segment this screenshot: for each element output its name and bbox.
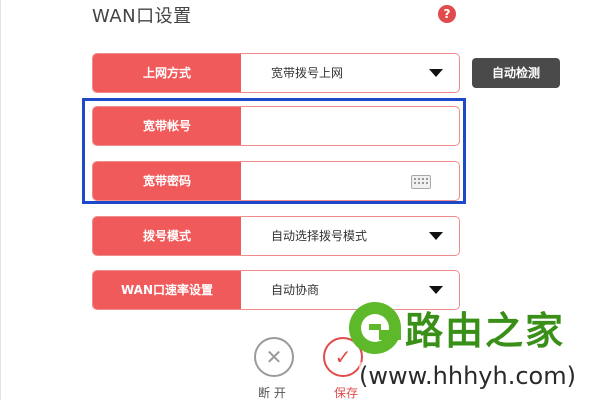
auto-detect-button[interactable]: 自动检测 xyxy=(472,58,560,88)
highlight-box xyxy=(82,98,466,204)
connection-type-label: 上网方式 xyxy=(93,54,241,92)
watermark-logo-icon xyxy=(349,302,401,354)
dial-mode-label: 拨号模式 xyxy=(93,217,241,255)
dial-mode-select[interactable]: 拨号模式 自动选择拨号模式 xyxy=(92,216,460,256)
watermark-brand-text: 路由之家 xyxy=(405,309,566,353)
watermark: 路由之家 (www.hhhyh.com) xyxy=(345,296,600,400)
disconnect-button[interactable]: ✕ xyxy=(254,337,294,377)
caret-down-icon[interactable] xyxy=(429,232,443,240)
connection-type-select[interactable]: 上网方式 宽带拨号上网 xyxy=(92,53,460,93)
dial-mode-value: 自动选择拨号模式 xyxy=(271,229,368,243)
help-icon[interactable]: ? xyxy=(438,5,456,23)
caret-down-icon[interactable] xyxy=(429,69,443,77)
frame-border xyxy=(0,0,1,400)
disconnect-label[interactable]: 断 开 xyxy=(258,384,286,401)
wan-speed-value: 自动协商 xyxy=(271,283,320,297)
wan-speed-label: WAN口速率设置 xyxy=(93,271,241,309)
connection-type-value: 宽带拨号上网 xyxy=(271,66,344,80)
page-title: WAN口设置 xyxy=(92,6,192,27)
watermark-url-text: (www.hhhyh.com) xyxy=(359,362,576,390)
caret-down-icon[interactable] xyxy=(429,286,443,294)
